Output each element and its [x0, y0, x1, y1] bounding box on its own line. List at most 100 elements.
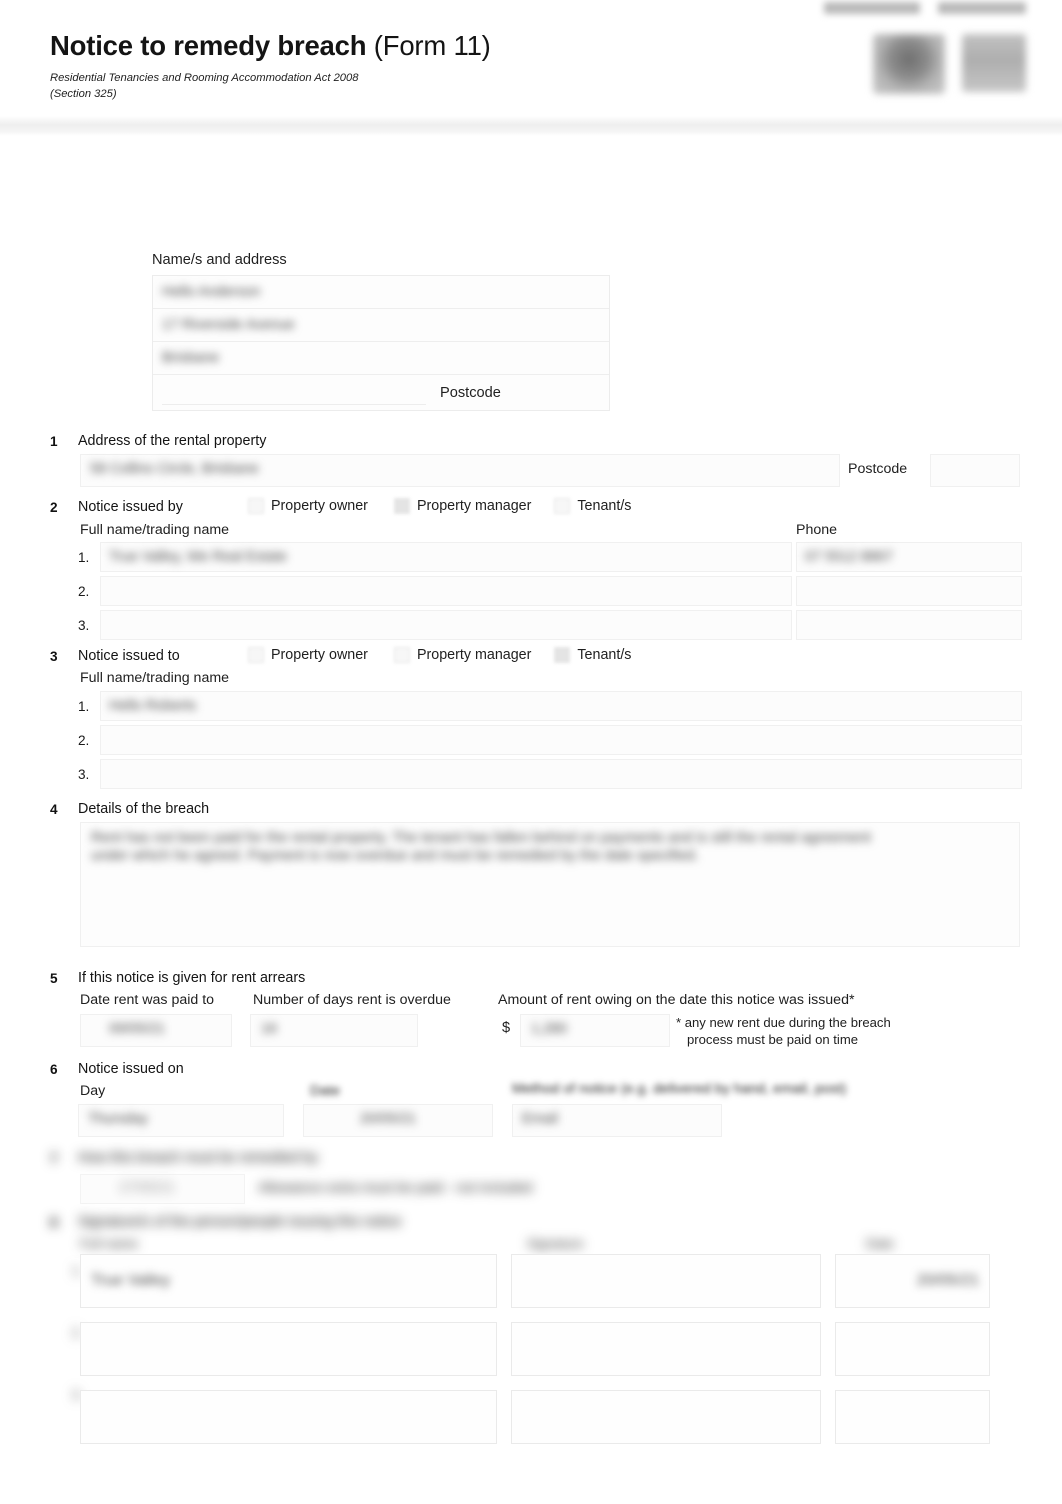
notice-issued-day-input[interactable]: Thursday [78, 1104, 284, 1137]
section-2-row2-phone-input[interactable] [796, 576, 1022, 606]
section-5-footnote-line1: * any new rent due during the breach [676, 1015, 891, 1030]
table-row: 2. [78, 725, 1022, 755]
checkbox-icon-manager-3[interactable] [393, 647, 410, 663]
notice-issued-day-value: Thursday [88, 1111, 148, 1127]
section-8-title: Signature/s of the person/people issuing… [78, 1214, 402, 1230]
table-row: 3. [78, 610, 1022, 640]
signature-row2-sign-input[interactable] [511, 1322, 821, 1376]
section-4-title: Details of the breach [78, 801, 210, 817]
signature-row3-date-input[interactable] [835, 1390, 990, 1444]
name-address-line1-value: Hello Anderson [162, 284, 261, 300]
section-2-row1-name-input[interactable]: True Valley, We Real Estate [100, 542, 792, 572]
table-row: 2. [78, 576, 1022, 606]
rental-property-address-value: 58 Collins Circle, Brisbane [90, 461, 259, 477]
breach-details-textarea[interactable]: Rent has not been paid for the rental pr… [80, 822, 1020, 947]
name-address-postcode-label: Postcode [440, 384, 501, 401]
section-2-row2-name-input[interactable] [100, 576, 792, 606]
section-3-option-tenants[interactable]: Tenant/s [554, 647, 631, 663]
section-2-option-property-owner[interactable]: Property owner [248, 498, 368, 514]
section-2-row3-index: 3. [78, 617, 90, 633]
section-2-row3-phone-input[interactable] [796, 610, 1022, 640]
section-3-row3-name-input[interactable] [100, 759, 1022, 789]
section-2-option-property-owner-label: Property owner [271, 498, 368, 514]
rent-owing-amount-input[interactable]: 1,280 [520, 1014, 670, 1047]
days-overdue-value: 16 [261, 1021, 278, 1037]
page-header: Notice to remedy breach (Form 11) Reside… [0, 0, 1062, 136]
checkbox-icon-manager-2[interactable] [393, 498, 410, 514]
checkbox-icon-tenants-2[interactable] [554, 498, 571, 514]
signature-row1-name-input[interactable]: True Valley [80, 1254, 497, 1308]
section-3-row2-name-input[interactable] [100, 725, 1022, 755]
name-address-line3-value: Brisbane [162, 350, 220, 366]
title-block: Notice to remedy breach (Form 11) Reside… [50, 30, 491, 103]
remedy-by-date-input[interactable]: 27/05/21 [80, 1174, 245, 1204]
section-2-option-tenants-label: Tenant/s [577, 498, 632, 514]
subtitle-section: (Section 325) [50, 87, 117, 100]
subtitle-act: Residential Tenancies and Rooming Accomm… [50, 71, 359, 84]
section-5-footnote: * any new rent due during the breach pro… [676, 1015, 891, 1049]
section-2-row1-phone-input[interactable]: 07 5512 8867 [796, 542, 1022, 572]
section-1-number: 1 [50, 434, 58, 449]
currency-symbol: $ [502, 1020, 511, 1036]
signature-row1-date-input[interactable]: 20/05/21 [835, 1254, 990, 1308]
signature-col2-header: Signature [527, 1236, 584, 1251]
signature-row2-date-input[interactable] [835, 1322, 990, 1376]
signature-column-name: True Valley [80, 1254, 497, 1444]
section-3-option-tenants-label: Tenant/s [577, 647, 632, 663]
section-2-row1-index: 1. [78, 549, 90, 565]
rental-property-postcode-input[interactable] [930, 454, 1020, 487]
name-address-postcode-row: Postcode [153, 375, 609, 410]
signature-row1-name-value: True Valley [91, 1272, 171, 1289]
rental-property-address-input[interactable]: 58 Collins Circle, Brisbane [80, 454, 840, 487]
notice-method-input[interactable]: Email [512, 1104, 722, 1137]
section-3-row1-name-input[interactable]: Hello Roberts [100, 691, 1022, 721]
name-address-line2-value: 17 Riverside Avenue [162, 317, 295, 333]
section-2-number: 2 [50, 500, 58, 515]
section-3-issued-to-options: Property owner Property manager Tenant/s [248, 647, 631, 663]
signature-row2-name-input[interactable] [80, 1322, 497, 1376]
section-2-option-tenants[interactable]: Tenant/s [554, 498, 631, 514]
checkbox-icon-tenants-3[interactable] [554, 647, 571, 663]
days-overdue-input[interactable]: 16 [250, 1014, 418, 1047]
section-2-row3-name-input[interactable] [100, 610, 792, 640]
name-address-line1[interactable]: Hello Anderson [153, 276, 609, 309]
signature-row1-date-value: 20/05/21 [916, 1272, 979, 1289]
signature-column-signature [511, 1254, 821, 1444]
remedy-by-date-value: 27/05/21 [119, 1180, 176, 1196]
name-address-line3[interactable]: Brisbane [153, 342, 609, 375]
section-4-number: 4 [50, 802, 58, 817]
name-address-line4[interactable] [162, 380, 426, 405]
section-3-option-property-owner[interactable]: Property owner [248, 647, 368, 663]
coat-of-arms-icon [873, 34, 945, 94]
logo-tab-right [938, 2, 1026, 14]
page-subtitle: Residential Tenancies and Rooming Accomm… [50, 71, 491, 103]
checkbox-icon-owner-2[interactable] [248, 498, 264, 514]
signature-row3-name-input[interactable] [80, 1390, 497, 1444]
section-2-phone-label: Phone [796, 522, 838, 538]
section-2-issued-by-options: Property owner Property manager Tenant/s [248, 498, 631, 514]
signature-row3-sign-input[interactable] [511, 1390, 821, 1444]
date-rent-paid-to-input[interactable]: 09/05/21 [80, 1014, 232, 1047]
section-7-number: 7 [50, 1151, 58, 1166]
section-3-option-property-manager[interactable]: Property manager [393, 647, 532, 663]
page-title-rest: (Form 11) [366, 30, 491, 61]
section-5-footnote-line2: process must be paid on time [687, 1031, 859, 1047]
breach-details-line1: Rent has not been paid for the rental pr… [91, 830, 871, 846]
name-address-label: Name/s and address [152, 252, 287, 268]
signature-grid: True Valley 20/05/21 [80, 1254, 1020, 1444]
section-1-postcode-label: Postcode [848, 461, 908, 477]
table-row: 1. True Valley, We Real Estate 07 5512 8… [78, 542, 1022, 572]
section-5-days-overdue-label: Number of days rent is overdue [253, 992, 451, 1008]
notice-issued-date-input[interactable]: 20/05/21 [303, 1104, 493, 1137]
section-7-title: How this breach must be remedied by [78, 1150, 318, 1166]
section-2-option-property-manager-label: Property manager [416, 498, 532, 514]
signature-row1-sign-input[interactable] [511, 1254, 821, 1308]
section-2-option-property-manager[interactable]: Property manager [393, 498, 532, 514]
name-address-line2[interactable]: 17 Riverside Avenue [153, 309, 609, 342]
page-title: Notice to remedy breach (Form 11) [50, 30, 491, 62]
checkbox-icon-owner-3[interactable] [248, 647, 264, 663]
table-row: 3. [78, 759, 1022, 789]
section-3-option-property-manager-label: Property manager [416, 647, 532, 663]
table-row: 1. Hello Roberts [78, 691, 1022, 721]
section-6-date-label: Date [310, 1083, 340, 1099]
